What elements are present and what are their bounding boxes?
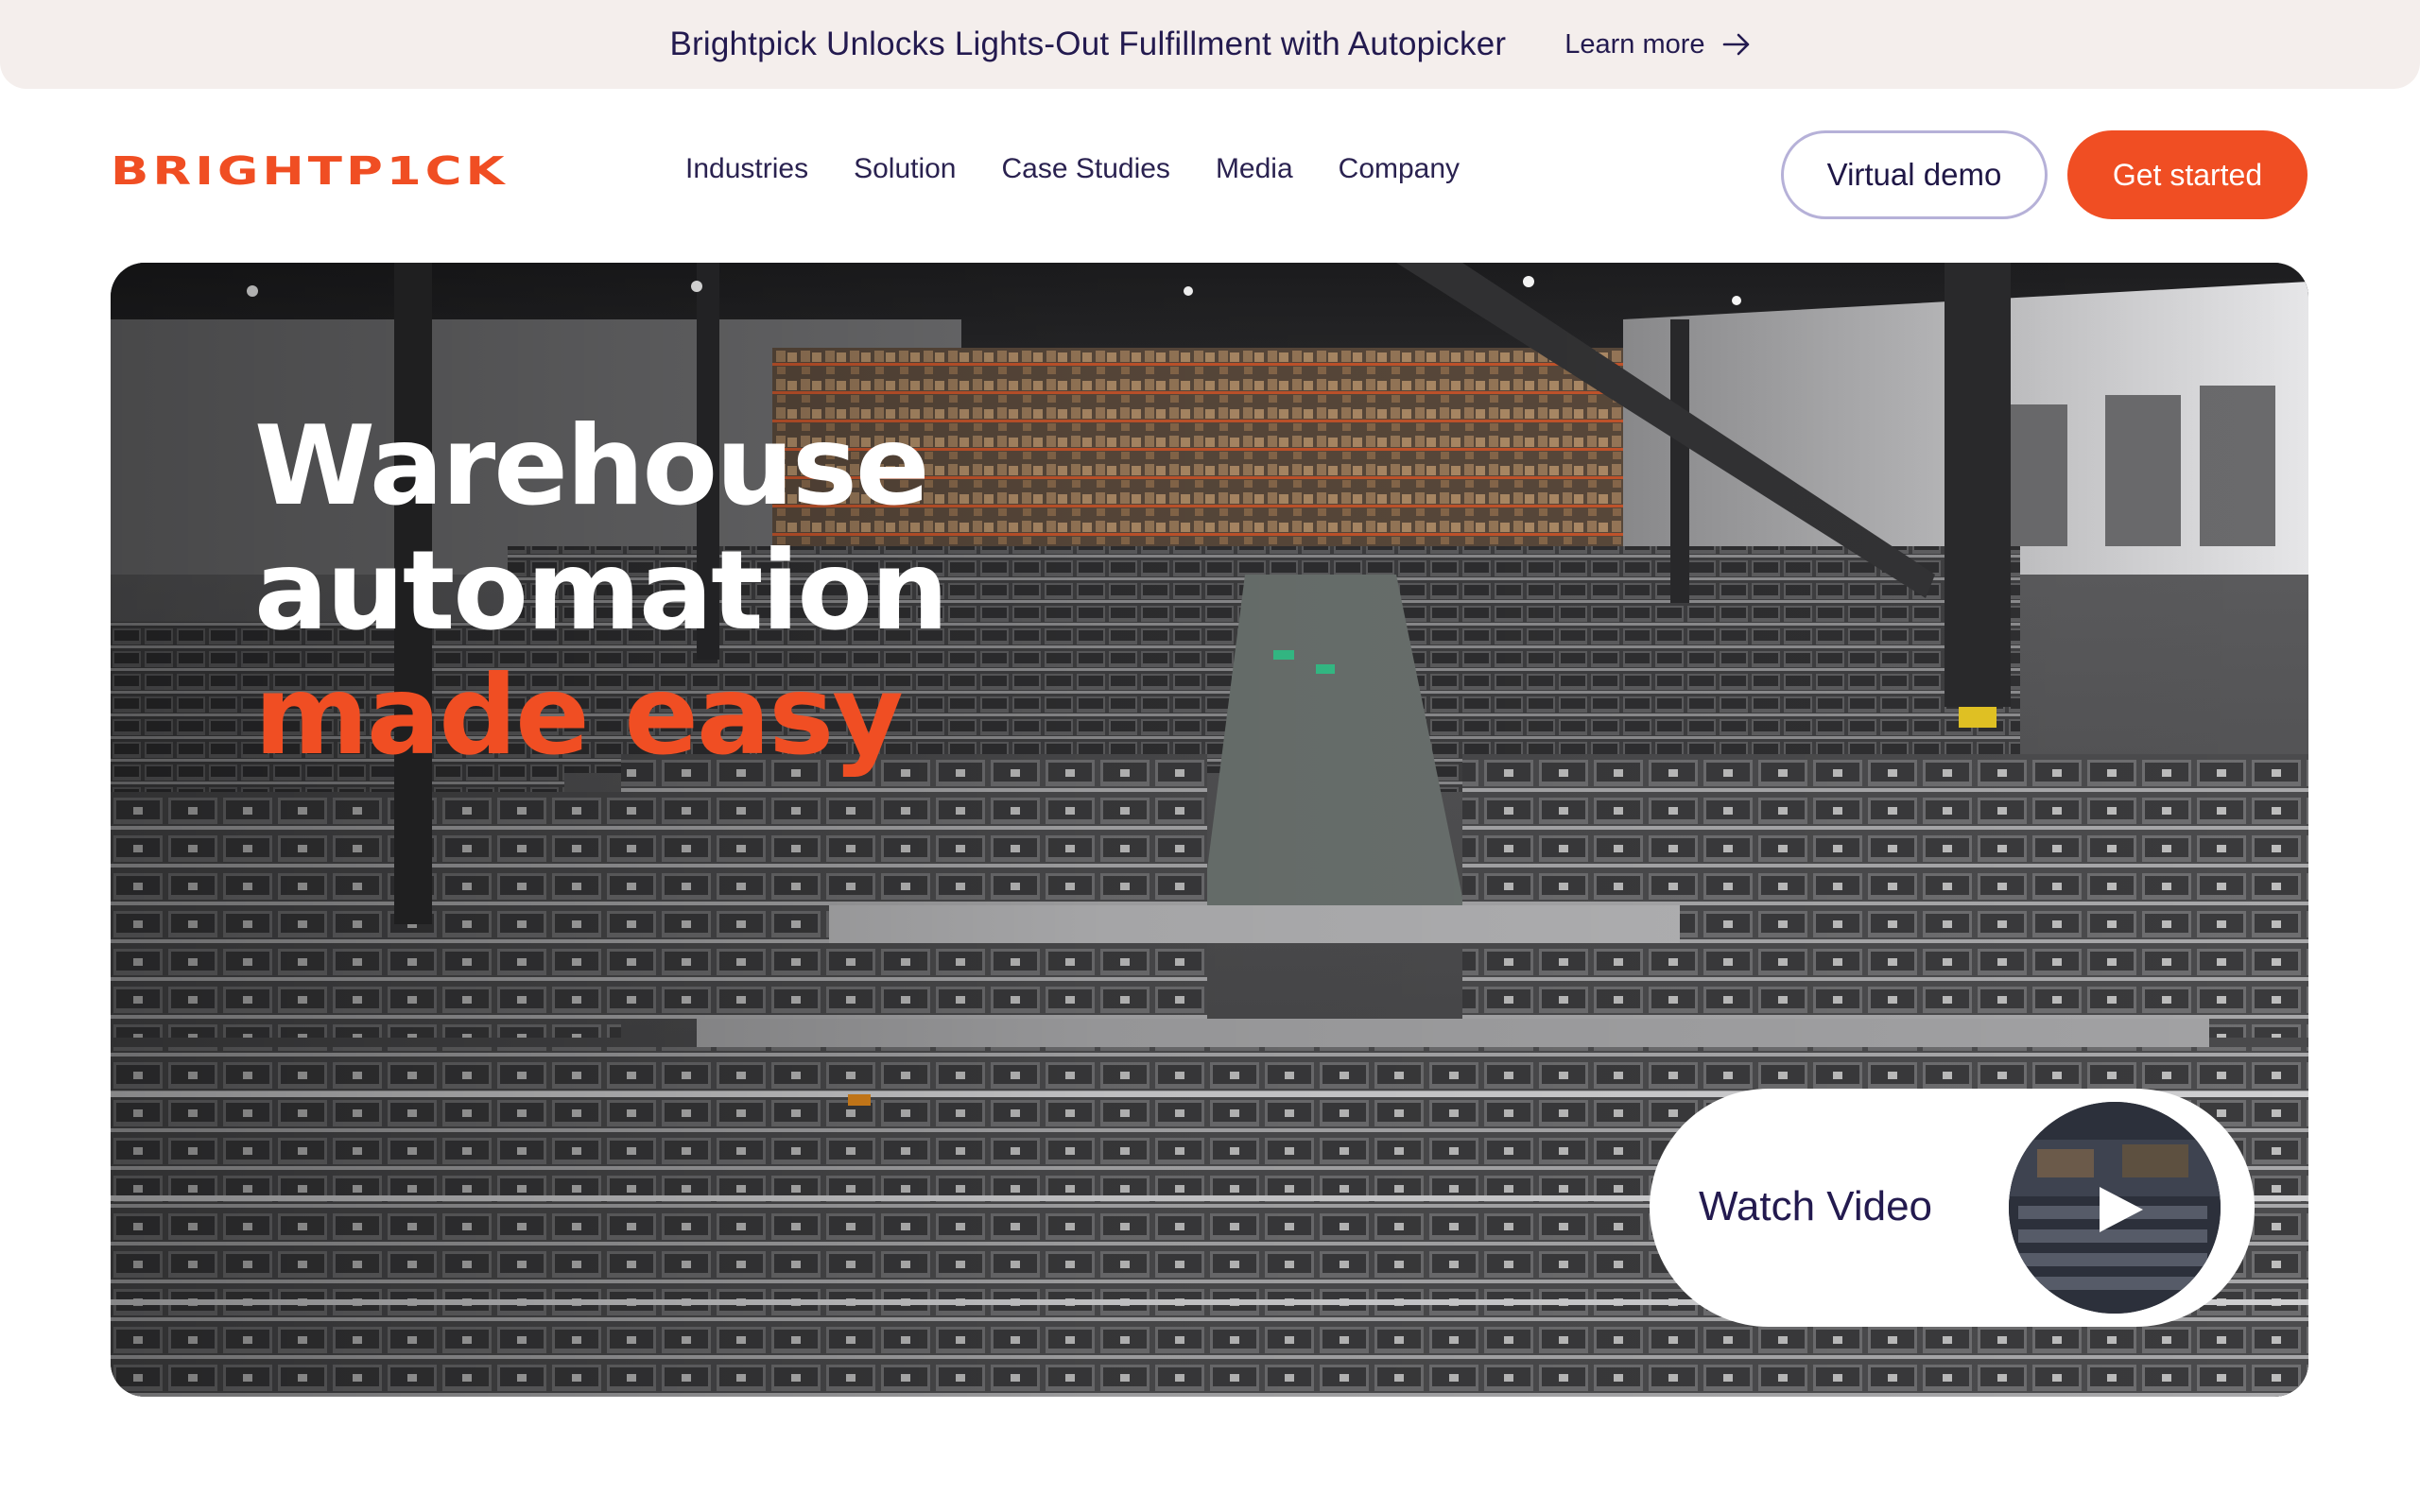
nav-company[interactable]: Company bbox=[1339, 153, 1460, 185]
watch-video-label: Watch Video bbox=[1699, 1183, 1933, 1229]
play-icon bbox=[2100, 1187, 2143, 1232]
hero-title-line1: Warehouse bbox=[254, 403, 930, 530]
learn-more-link[interactable]: Learn more bbox=[1564, 29, 1750, 60]
hero-section: Warehouse automation made easy Watch Vid… bbox=[111, 263, 2308, 1397]
hero-title-line2: automation bbox=[254, 527, 949, 655]
arrow-right-icon bbox=[1722, 33, 1749, 56]
get-started-button[interactable]: Get started bbox=[2067, 130, 2308, 219]
hero-heading: Warehouse automation made easy bbox=[254, 403, 949, 780]
learn-more-label: Learn more bbox=[1564, 28, 1705, 60]
announcement-bar: Brightpick Unlocks Lights-Out Fulfillmen… bbox=[0, 0, 2420, 89]
site-header: BRIGHTP1CK Industries Solution Case Stud… bbox=[0, 89, 2420, 265]
main-nav: Industries Solution Case Studies Media C… bbox=[685, 153, 1460, 185]
nav-media[interactable]: Media bbox=[1216, 153, 1293, 185]
nav-case-studies[interactable]: Case Studies bbox=[1002, 153, 1170, 185]
hero-title-accent: made easy bbox=[254, 652, 904, 780]
video-thumbnail[interactable] bbox=[2009, 1102, 2221, 1314]
brightpick-logo[interactable]: BRIGHTP1CK bbox=[111, 148, 509, 194]
nav-solution[interactable]: Solution bbox=[854, 153, 956, 185]
watch-video-button[interactable]: Watch Video bbox=[1650, 1089, 2255, 1327]
virtual-demo-button[interactable]: Virtual demo bbox=[1781, 130, 2048, 219]
announcement-text: Brightpick Unlocks Lights-Out Fulfillmen… bbox=[669, 26, 1507, 62]
nav-industries[interactable]: Industries bbox=[685, 153, 808, 185]
